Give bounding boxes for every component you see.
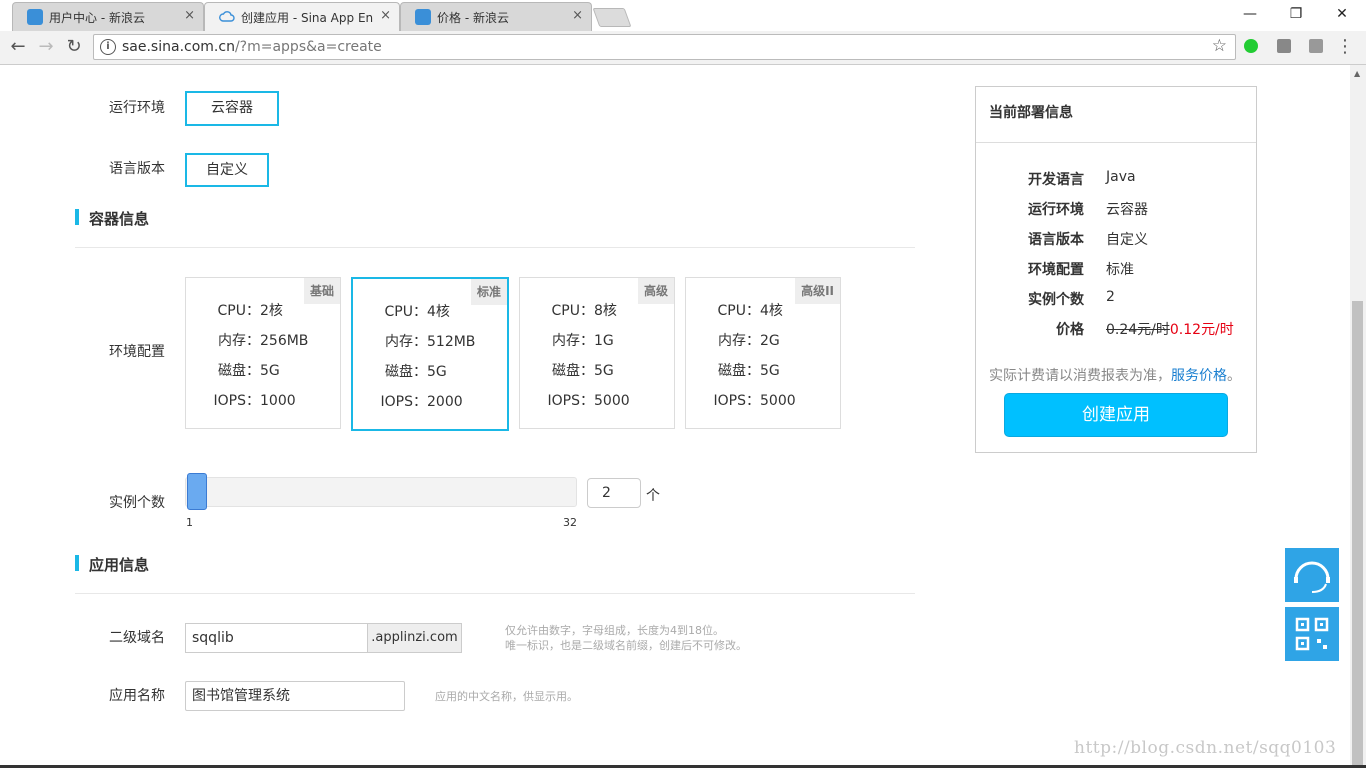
qrcode-icon — [1295, 617, 1329, 651]
service-price-link[interactable]: 服务价格 — [1171, 368, 1227, 384]
bookmark-star-icon[interactable]: ☆ — [1212, 36, 1227, 56]
lang-version-label: 语言版本 — [109, 161, 165, 177]
appname-input[interactable]: 图书馆管理系统 — [185, 681, 405, 711]
instances-label: 实例个数 — [109, 495, 165, 511]
plan-card-advanced-ii[interactable]: 高级II CPU：4核 内存：2G 磁盘：5G IOPS：5000 — [685, 277, 841, 429]
extension-green-icon[interactable] — [1244, 39, 1258, 53]
slider-min-label: 1 — [186, 516, 193, 529]
close-icon[interactable]: × — [572, 8, 583, 23]
page-content: 运行环境 云容器 语言版本 自定义 容器信息 环境配置 基础 CPU：2核 内存… — [0, 65, 1350, 768]
tab-pricing[interactable]: 价格 - 新浪云 × — [400, 2, 592, 31]
appname-label: 应用名称 — [109, 688, 165, 704]
scroll-thumb[interactable] — [1352, 301, 1363, 766]
runtime-label: 运行环境 — [109, 100, 165, 116]
extension-gray-icon[interactable] — [1277, 39, 1291, 53]
plan-card-basic[interactable]: 基础 CPU：2核 内存：256MB 磁盘：5G IOPS：1000 — [185, 277, 341, 429]
create-app-button[interactable]: 创建应用 — [1004, 393, 1228, 437]
instances-input[interactable]: 2 — [587, 478, 641, 508]
subdomain-input[interactable]: sqqlib — [185, 623, 368, 653]
tab-title: 用户中心 - 新浪云 — [49, 11, 145, 25]
plan-iops: IOPS：1000 — [213, 393, 296, 409]
price-new: 0.12元/时 — [1169, 322, 1234, 338]
plan-cpu: CPU：8核 — [551, 303, 617, 319]
instances-unit: 个 — [646, 488, 660, 504]
tab-title: 价格 - 新浪云 — [437, 11, 509, 25]
close-icon[interactable]: × — [380, 8, 391, 23]
qrcode-button[interactable] — [1285, 607, 1339, 661]
plan-card-standard[interactable]: 标准 CPU：4核 内存：512MB 磁盘：5G IOPS：2000 — [351, 277, 509, 431]
tab-create-app[interactable]: 创建应用 - Sina App En × — [204, 2, 400, 31]
instances-slider-handle[interactable] — [187, 473, 207, 510]
plan-cpu: CPU：2核 — [217, 303, 283, 319]
address-bar[interactable]: i sae.sina.com.cn/?m=apps&a=create ☆ — [93, 34, 1236, 60]
plan-disk: 磁盘：5G — [385, 364, 447, 380]
subdomain-label: 二级域名 — [109, 630, 165, 646]
customer-service-button[interactable] — [1285, 548, 1339, 602]
container-section-title: 容器信息 — [75, 208, 149, 229]
subdomain-suffix: .applinzi.com — [368, 623, 462, 653]
plan-cpu: CPU：4核 — [717, 303, 783, 319]
sina-cloud-icon — [415, 9, 431, 25]
plan-iops: IOPS：5000 — [547, 393, 630, 409]
deploy-summary-panel: 当前部署信息 开发语言 Java 运行环境 云容器 语言版本 自定义 环境配置 标准 实… — [975, 86, 1257, 453]
tab-title: 创建应用 - Sina App En — [241, 11, 374, 25]
subdomain-hint-1: 仅允许由数字，字母组成，长度为4到18位。 — [505, 624, 724, 637]
summary-title: 当前部署信息 — [976, 87, 1256, 143]
watermark: http://blog.csdn.net/sqq0103 — [1074, 738, 1337, 758]
new-tab-button[interactable] — [592, 8, 632, 27]
app-section-title: 应用信息 — [75, 554, 149, 575]
plan-disk: 磁盘：5G — [552, 363, 614, 379]
window-close-button[interactable]: ✕ — [1319, 0, 1365, 28]
divider — [75, 247, 915, 248]
instances-slider-track[interactable] — [185, 477, 577, 507]
plan-disk: 磁盘：5G — [218, 363, 280, 379]
tab-strip: 用户中心 - 新浪云 × 创建应用 - Sina App En × 价格 - 新… — [0, 0, 1366, 31]
price-old: 0.24元/时 — [1106, 322, 1170, 338]
url-text: sae.sina.com.cn/?m=apps&a=create — [122, 39, 382, 55]
divider — [75, 593, 915, 594]
plan-memory: 内存：2G — [718, 333, 780, 349]
restore-button[interactable]: ❐ — [1273, 0, 1319, 28]
tab-user-center[interactable]: 用户中心 - 新浪云 × — [12, 2, 204, 31]
minimize-button[interactable]: — — [1227, 0, 1273, 28]
page-scrollbar[interactable]: ▲ — [1350, 65, 1366, 768]
reload-icon[interactable]: ↻ — [62, 36, 86, 58]
plan-memory: 内存：256MB — [218, 333, 309, 349]
browser-toolbar: ← → ↻ i sae.sina.com.cn/?m=apps&a=create… — [0, 31, 1366, 65]
plan-memory: 内存：512MB — [385, 334, 476, 350]
plan-card-advanced[interactable]: 高级 CPU：8核 内存：1G 磁盘：5G IOPS：5000 — [519, 277, 675, 429]
plan-cpu: CPU：4核 — [384, 304, 450, 320]
forward-icon[interactable]: → — [34, 36, 58, 58]
appname-hint: 应用的中文名称，供显示用。 — [435, 690, 578, 703]
scroll-up-icon[interactable]: ▲ — [1354, 69, 1360, 78]
billing-note: 实际计费请以消费报表为准，服务价格。 — [989, 368, 1241, 384]
info-icon[interactable]: i — [100, 39, 116, 55]
back-icon[interactable]: ← — [6, 36, 30, 58]
close-icon[interactable]: × — [184, 8, 195, 23]
slider-max-label: 32 — [563, 516, 577, 529]
lang-version-option-custom[interactable]: 自定义 — [185, 153, 269, 187]
extension-puzzle-icon[interactable] — [1309, 39, 1323, 53]
plan-iops: IOPS：2000 — [380, 394, 463, 410]
cloud-icon — [219, 9, 235, 25]
sina-cloud-icon — [27, 9, 43, 25]
menu-dots-icon[interactable]: ⋮ — [1336, 36, 1354, 57]
subdomain-hint-2: 唯一标识，也是二级域名前缀，创建后不可修改。 — [505, 639, 747, 652]
env-config-label: 环境配置 — [109, 344, 165, 360]
runtime-option-cloud-container[interactable]: 云容器 — [185, 91, 279, 126]
plan-iops: IOPS：5000 — [713, 393, 796, 409]
plan-disk: 磁盘：5G — [718, 363, 780, 379]
plan-memory: 内存：1G — [552, 333, 614, 349]
headset-icon — [1294, 561, 1330, 593]
